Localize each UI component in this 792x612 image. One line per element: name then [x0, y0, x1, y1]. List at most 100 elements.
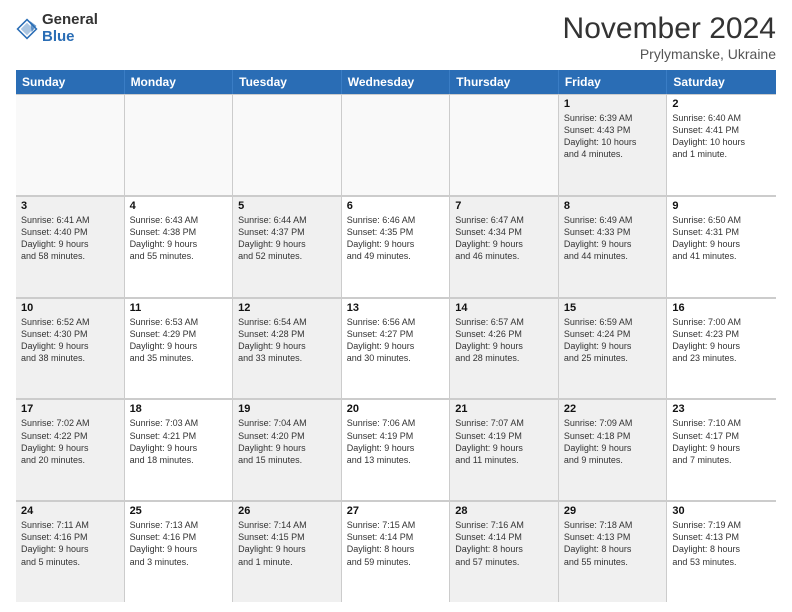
day-number: 7 — [455, 200, 553, 212]
cal-row: 1 Sunrise: 6:39 AM Sunset: 4:43 PM Daylig… — [16, 94, 776, 196]
month-title: November 2024 — [563, 12, 776, 46]
cal-cell — [450, 94, 559, 195]
day-number: 24 — [21, 505, 119, 517]
cal-cell: 4Sunrise: 6:43 AM Sunset: 4:38 PM Daylig… — [125, 196, 234, 297]
cal-cell: 25Sunrise: 7:13 AM Sunset: 4:16 PM Dayli… — [125, 501, 234, 602]
day-number: 4 — [130, 200, 228, 212]
header-cell-thursday: Thursday — [450, 70, 559, 94]
logo-text: General Blue — [42, 12, 98, 45]
cal-cell: 13 Sunrise: 6:56 AM Sunset: 4:27 PM Dayli… — [342, 298, 451, 399]
day-number: 30 — [672, 505, 771, 517]
day-info: Sunrise: 7:03 AM Sunset: 4:21 PM Dayligh… — [130, 417, 228, 466]
cal-cell — [342, 94, 451, 195]
day-info: Sunrise: 6:54 AM Sunset: 4:28 PM Dayligh… — [238, 316, 336, 365]
cal-cell: 3 Sunrise: 6:41 AM Sunset: 4:40 PM Daylig… — [16, 196, 125, 297]
day-info: Sunrise: 6:44 AM Sunset: 4:37 PM Dayligh… — [238, 214, 336, 263]
header-cell-sunday: Sunday — [16, 70, 125, 94]
cal-cell: 23 Sunrise: 7:10 AM Sunset: 4:17 PM Dayli… — [667, 399, 776, 500]
day-info: Sunrise: 6:56 AM Sunset: 4:27 PM Dayligh… — [347, 316, 445, 365]
day-info: Sunrise: 7:00 AM Sunset: 4:23 PM Dayligh… — [672, 316, 771, 365]
cal-cell: 9 Sunrise: 6:50 AM Sunset: 4:31 PM Daylig… — [667, 196, 776, 297]
cal-cell: 29Sunrise: 7:18 AM Sunset: 4:13 PM Dayli… — [559, 501, 668, 602]
day-info: Sunrise: 7:16 AM Sunset: 4:14 PM Dayligh… — [455, 519, 553, 568]
calendar-body: 1 Sunrise: 6:39 AM Sunset: 4:43 PM Daylig… — [16, 94, 776, 602]
day-number: 27 — [347, 505, 445, 517]
header-cell-tuesday: Tuesday — [233, 70, 342, 94]
day-number: 25 — [130, 505, 228, 517]
calendar: SundayMondayTuesdayWednesdayThursdayFrid… — [16, 70, 776, 602]
cal-row: 17 Sunrise: 7:02 AM Sunset: 4:22 PM Dayli… — [16, 399, 776, 501]
day-info: Sunrise: 7:11 AM Sunset: 4:16 PM Dayligh… — [21, 519, 119, 568]
cal-cell: 15Sunrise: 6:59 AM Sunset: 4:24 PM Dayli… — [559, 298, 668, 399]
cal-cell: 17 Sunrise: 7:02 AM Sunset: 4:22 PM Dayli… — [16, 399, 125, 500]
header-cell-friday: Friday — [559, 70, 668, 94]
calendar-header: SundayMondayTuesdayWednesdayThursdayFrid… — [16, 70, 776, 94]
day-info: Sunrise: 7:10 AM Sunset: 4:17 PM Dayligh… — [672, 417, 771, 466]
day-info: Sunrise: 7:07 AM Sunset: 4:19 PM Dayligh… — [455, 417, 553, 466]
day-number: 23 — [672, 403, 771, 415]
cal-cell: 16Sunrise: 7:00 AM Sunset: 4:23 PM Dayli… — [667, 298, 776, 399]
day-info: Sunrise: 6:57 AM Sunset: 4:26 PM Dayligh… — [455, 316, 553, 365]
cal-cell: 24 Sunrise: 7:11 AM Sunset: 4:16 PM Dayli… — [16, 501, 125, 602]
cal-cell: 12Sunrise: 6:54 AM Sunset: 4:28 PM Dayli… — [233, 298, 342, 399]
cal-cell: 7Sunrise: 6:47 AM Sunset: 4:34 PM Daylig… — [450, 196, 559, 297]
day-info: Sunrise: 7:15 AM Sunset: 4:14 PM Dayligh… — [347, 519, 445, 568]
cal-cell — [16, 94, 125, 195]
day-number: 2 — [672, 98, 771, 110]
day-info: Sunrise: 7:14 AM Sunset: 4:15 PM Dayligh… — [238, 519, 336, 568]
logo-general: General — [42, 12, 98, 29]
day-number: 8 — [564, 200, 662, 212]
cal-row: 10 Sunrise: 6:52 AM Sunset: 4:30 PM Dayli… — [16, 298, 776, 400]
day-number: 3 — [21, 200, 119, 212]
cal-cell: 8 Sunrise: 6:49 AM Sunset: 4:33 PM Daylig… — [559, 196, 668, 297]
cal-cell: 26Sunrise: 7:14 AM Sunset: 4:15 PM Dayli… — [233, 501, 342, 602]
cal-cell: 20Sunrise: 7:06 AM Sunset: 4:19 PM Dayli… — [342, 399, 451, 500]
day-info: Sunrise: 6:40 AM Sunset: 4:41 PM Dayligh… — [672, 112, 771, 161]
day-number: 20 — [347, 403, 445, 415]
day-info: Sunrise: 6:39 AM Sunset: 4:43 PM Dayligh… — [564, 112, 662, 161]
cal-cell: 22Sunrise: 7:09 AM Sunset: 4:18 PM Dayli… — [559, 399, 668, 500]
day-info: Sunrise: 6:52 AM Sunset: 4:30 PM Dayligh… — [21, 316, 119, 365]
cal-cell: 27 Sunrise: 7:15 AM Sunset: 4:14 PM Dayli… — [342, 501, 451, 602]
day-info: Sunrise: 6:49 AM Sunset: 4:33 PM Dayligh… — [564, 214, 662, 263]
day-number: 15 — [564, 302, 662, 314]
day-number: 9 — [672, 200, 771, 212]
cal-cell: 14Sunrise: 6:57 AM Sunset: 4:26 PM Dayli… — [450, 298, 559, 399]
day-number: 6 — [347, 200, 445, 212]
day-number: 29 — [564, 505, 662, 517]
day-number: 21 — [455, 403, 553, 415]
header-cell-wednesday: Wednesday — [342, 70, 451, 94]
day-info: Sunrise: 7:04 AM Sunset: 4:20 PM Dayligh… — [238, 417, 336, 466]
day-number: 28 — [455, 505, 553, 517]
day-info: Sunrise: 6:41 AM Sunset: 4:40 PM Dayligh… — [21, 214, 119, 263]
day-info: Sunrise: 7:09 AM Sunset: 4:18 PM Dayligh… — [564, 417, 662, 466]
cal-cell — [125, 94, 234, 195]
cal-cell: 19 Sunrise: 7:04 AM Sunset: 4:20 PM Dayli… — [233, 399, 342, 500]
day-number: 1 — [564, 98, 662, 110]
cal-cell: 30Sunrise: 7:19 AM Sunset: 4:13 PM Dayli… — [667, 501, 776, 602]
logo-blue: Blue — [42, 29, 98, 46]
day-info: Sunrise: 7:02 AM Sunset: 4:22 PM Dayligh… — [21, 417, 119, 466]
day-info: Sunrise: 6:50 AM Sunset: 4:31 PM Dayligh… — [672, 214, 771, 263]
day-number: 5 — [238, 200, 336, 212]
header-cell-saturday: Saturday — [667, 70, 776, 94]
day-number: 17 — [21, 403, 119, 415]
cal-cell: 21 Sunrise: 7:07 AM Sunset: 4:19 PM Dayli… — [450, 399, 559, 500]
cal-cell: 18 Sunrise: 7:03 AM Sunset: 4:21 PM Dayli… — [125, 399, 234, 500]
title-block: November 2024 Prylymanske, Ukraine — [563, 12, 776, 62]
header: General Blue November 2024 Prylymanske, … — [16, 12, 776, 62]
cal-cell: 28 Sunrise: 7:16 AM Sunset: 4:14 PM Dayli… — [450, 501, 559, 602]
page: General Blue November 2024 Prylymanske, … — [0, 0, 792, 612]
cal-cell — [233, 94, 342, 195]
logo-icon — [16, 18, 38, 40]
cal-cell: 11Sunrise: 6:53 AM Sunset: 4:29 PM Dayli… — [125, 298, 234, 399]
day-number: 13 — [347, 302, 445, 314]
day-number: 19 — [238, 403, 336, 415]
cal-row: 3 Sunrise: 6:41 AM Sunset: 4:40 PM Daylig… — [16, 196, 776, 298]
cal-cell: 2 Sunrise: 6:40 AM Sunset: 4:41 PM Daylig… — [667, 94, 776, 195]
cal-cell: 5 Sunrise: 6:44 AM Sunset: 4:37 PM Daylig… — [233, 196, 342, 297]
day-info: Sunrise: 6:46 AM Sunset: 4:35 PM Dayligh… — [347, 214, 445, 263]
day-number: 10 — [21, 302, 119, 314]
header-cell-monday: Monday — [125, 70, 234, 94]
day-number: 18 — [130, 403, 228, 415]
